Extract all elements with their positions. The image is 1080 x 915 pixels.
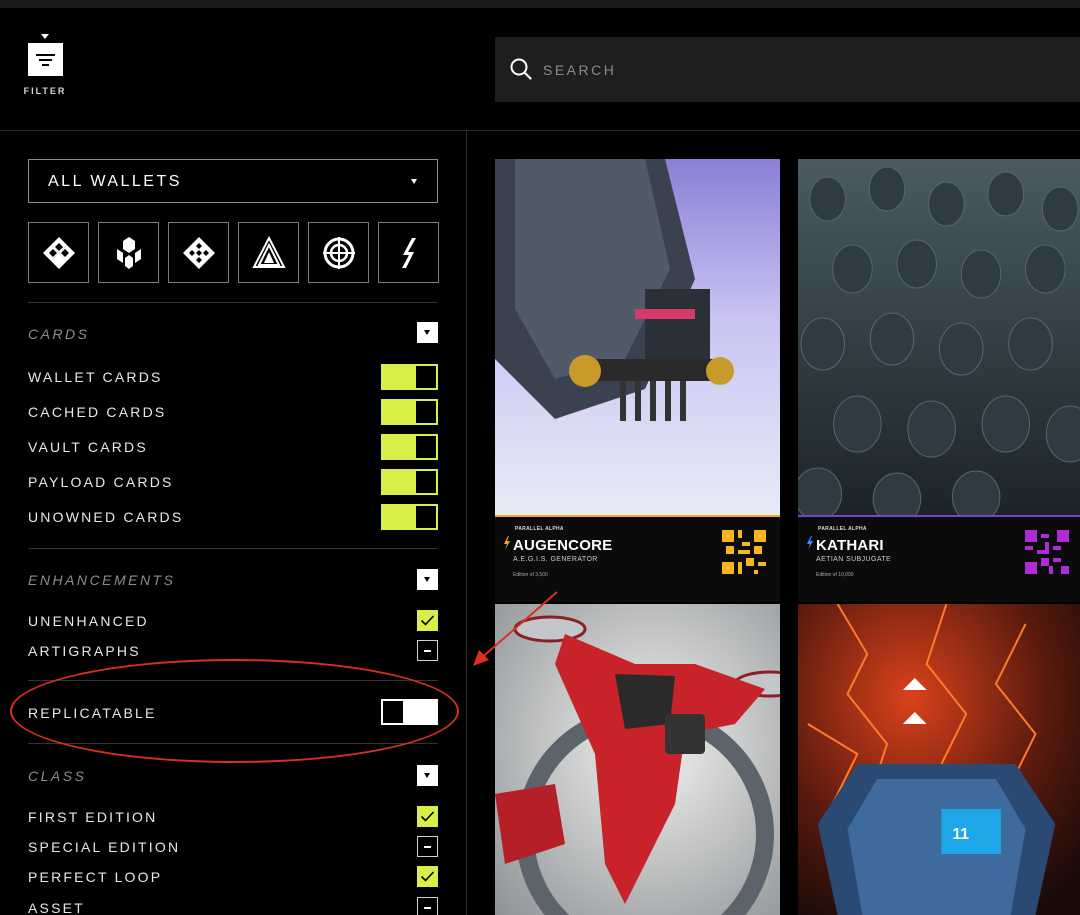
qr-code-icon (1025, 530, 1069, 574)
special-edition-checkbox[interactable] (417, 836, 438, 857)
divider (28, 743, 438, 744)
artigraphs-label: ARTIGRAPHS (28, 643, 141, 659)
parallel-kathari-button[interactable] (98, 222, 159, 283)
checkmark-icon (420, 811, 435, 822)
unenhanced-checkbox[interactable] (417, 610, 438, 631)
parallel-earthen-button[interactable] (28, 222, 89, 283)
card-info: PARALLEL ALPHA AUGENCORE A.E.G.I.S. GENE… (495, 515, 780, 602)
card-tile[interactable] (495, 604, 780, 915)
card-edition: Edition of 10,000 (816, 572, 854, 578)
card-info: PARALLEL ALPHA KATHARI AETIAN SUBJUGATE … (798, 515, 1080, 602)
card-name: KATHARI (816, 537, 884, 554)
shroud-icon (322, 236, 355, 269)
caret-down-icon (41, 34, 49, 39)
card-artwork (495, 604, 780, 915)
cached-cards-toggle[interactable] (381, 399, 438, 425)
asset-label: ASSET (28, 900, 85, 915)
wallet-select[interactable]: ALL WALLETS (28, 159, 438, 203)
vault-cards-toggle[interactable] (381, 434, 438, 460)
unenhanced-label: UNENHANCED (28, 613, 149, 629)
filter-icon (28, 43, 63, 76)
card-subtitle: AETIAN SUBJUGATE (816, 556, 892, 563)
enhancements-collapse-button[interactable] (417, 569, 438, 590)
class-section-title: CLASS (28, 768, 87, 784)
unowned-cards-toggle[interactable] (381, 504, 438, 530)
divider (28, 548, 438, 549)
svg-text:11: 11 (952, 826, 969, 843)
wallet-cards-label: WALLET CARDS (28, 369, 163, 385)
earthen-icon (42, 236, 75, 269)
card-artwork: 11 (798, 604, 1080, 915)
parallel-shroud-button[interactable] (308, 222, 369, 283)
search-bar[interactable] (495, 37, 1080, 102)
card-edition: Edition of 3,500 (513, 572, 548, 578)
divider (28, 680, 438, 681)
first-edition-checkbox[interactable] (417, 806, 438, 827)
parallel-augencore-button[interactable] (238, 222, 299, 283)
top-strip (0, 0, 1080, 8)
wallet-cards-toggle[interactable] (381, 364, 438, 390)
parallel-universal-button[interactable] (378, 222, 439, 283)
filter-label: FILTER (23, 86, 67, 96)
search-input[interactable] (543, 37, 1063, 102)
header: FILTER (0, 8, 1080, 131)
lightning-icon (504, 536, 510, 550)
replicatable-toggle[interactable] (381, 699, 438, 725)
card-set: PARALLEL ALPHA (818, 526, 867, 532)
filter-button[interactable]: FILTER (22, 34, 68, 106)
augencore-icon (251, 235, 286, 268)
card-subtitle: A.E.G.I.S. GENERATOR (513, 556, 598, 563)
card-tile[interactable]: PARALLEL ALPHA AUGENCORE A.E.G.I.S. GENE… (495, 159, 780, 602)
card-set: PARALLEL ALPHA (515, 526, 564, 532)
replicatable-label: REPLICATABLE (28, 705, 157, 721)
enhancements-section-title: ENHANCEMENTS (28, 572, 176, 588)
chevron-down-icon (411, 179, 417, 184)
payload-cards-label: PAYLOAD CARDS (28, 474, 174, 490)
perfect-loop-checkbox[interactable] (417, 866, 438, 887)
payload-cards-toggle[interactable] (381, 469, 438, 495)
qr-code-icon (722, 530, 766, 574)
first-edition-label: FIRST EDITION (28, 809, 158, 825)
artigraphs-checkbox[interactable] (417, 640, 438, 661)
card-artwork (798, 159, 1080, 515)
card-artwork (495, 159, 780, 515)
unowned-cards-label: UNOWNED CARDS (28, 509, 184, 525)
card-name: AUGENCORE (513, 537, 613, 554)
search-icon (510, 58, 532, 80)
kathari-icon (116, 236, 141, 269)
perfect-loop-label: PERFECT LOOP (28, 869, 163, 885)
universal-icon (401, 237, 416, 268)
checkmark-icon (420, 615, 435, 626)
wallet-select-label: ALL WALLETS (48, 173, 182, 190)
vault-cards-label: VAULT CARDS (28, 439, 148, 455)
lightning-icon (807, 536, 813, 550)
parallel-marcolian-button[interactable] (168, 222, 229, 283)
asset-checkbox[interactable] (417, 897, 438, 915)
cards-section-title: CARDS (28, 326, 90, 342)
checkmark-icon (420, 871, 435, 882)
cached-cards-label: CACHED CARDS (28, 404, 167, 420)
divider (28, 302, 438, 303)
filter-sidebar: ALL WALLETS CARDS WALLET CARDS CACHED CA… (0, 131, 467, 915)
card-tile[interactable]: 11 (798, 604, 1080, 915)
special-edition-label: SPECIAL EDITION (28, 839, 181, 855)
card-tile[interactable]: PARALLEL ALPHA KATHARI AETIAN SUBJUGATE … (798, 159, 1080, 602)
cards-collapse-button[interactable] (417, 322, 438, 343)
class-collapse-button[interactable] (417, 765, 438, 786)
marcolian-icon (182, 236, 215, 269)
